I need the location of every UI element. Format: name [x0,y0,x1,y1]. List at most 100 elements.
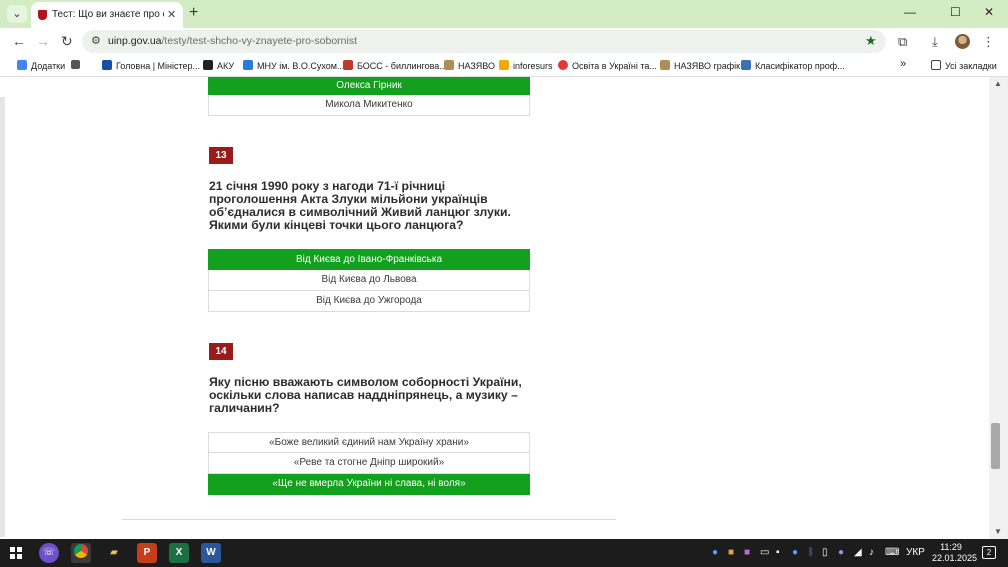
notification-center-icon[interactable]: 2 [982,546,996,559]
tab-title: Тест: Що ви знаєте про собор [52,9,164,20]
downloads-icon[interactable]: ⤓ [932,34,938,50]
close-window-button[interactable]: ✕ [984,5,994,19]
answer-option[interactable]: Від Києва до Ужгорода [208,291,530,312]
answer-option[interactable]: «Ще не вмерла України ні слава, ні воля» [208,474,530,495]
network-icon[interactable]: ◢ [854,547,862,558]
volume-icon[interactable]: ♪ [869,547,874,558]
bookmark-boss[interactable]: БОСС - биллингова... [343,60,447,71]
answer-list: «Боже великий єдиний нам Україну храни» … [208,432,530,495]
bookmark-label: inforesurs [513,61,553,71]
scroll-up-icon[interactable]: ▲ [994,79,1002,88]
menu-kebab-icon[interactable]: ⋮ [982,34,995,50]
url-text[interactable]: uinp.gov.ua/testy/test-shcho-vy-znayete-… [108,35,357,47]
bookmark-classifier[interactable]: Класифікатор проф... [741,60,845,71]
tray-app-icon[interactable]: ● [712,547,718,558]
tray-app-icon[interactable]: ▪ [776,547,780,558]
trident-icon [444,60,454,70]
bookmark-label: НАЗЯВО [458,61,495,71]
browser-toolbar: ← → ↻ ⚙ uinp.gov.ua/testy/test-shcho-vy-… [0,28,1008,55]
language-indicator[interactable]: УКР [906,547,925,558]
reload-icon[interactable]: ↻ [61,33,73,50]
all-bookmarks[interactable]: Усі закладки [931,60,997,71]
bookmark-osvita[interactable]: Освіта в Україні та... [558,60,657,71]
bookmark-label: Освіта в Україні та... [572,61,657,71]
bookmark-nazyavo-grafik[interactable]: НАЗЯВО графік [660,60,740,71]
apps-grid-icon [17,60,27,70]
bookmarks-overflow-icon[interactable]: » [900,58,906,70]
bookmark-label: Додатки [31,61,66,71]
answer-option[interactable]: «Реве та стогне Дніпр широкий» [208,453,530,474]
bookmark-star-icon[interactable]: ★ [865,33,877,49]
boss-icon [343,60,353,70]
battery-icon[interactable]: ▯ [822,547,828,558]
prev-answers: Олекса Гірник Микола Микитенко [208,77,530,116]
windows-taskbar: ☏ ▰ P X W ● ■ ■ ▭ ▪ ● ᛒ ▯ ● ◢ ♪ ⌨ УКР 11… [0,539,1008,567]
bookmark-label: Головна | Міністер... [116,61,201,71]
bookmark-ministry[interactable]: Головна | Міністер... [102,60,200,71]
minimize-button[interactable]: — [904,5,916,19]
question-text: Яку пісню вважають символом соборності У… [209,375,522,415]
tab-strip: ⌄ Тест: Що ви знаєте про собор ✕ + — ☐ ✕ [0,0,1008,28]
back-arrow-icon[interactable]: ← [12,33,26,49]
tab-search-button[interactable]: ⌄ [7,5,27,23]
bookmark-aku[interactable]: АКУ [203,60,234,71]
bookmark-mnu[interactable]: МНУ ім. В.О.Сухом... [243,60,345,71]
chrome-icon[interactable] [71,543,91,563]
bookmark-grid[interactable] [71,60,84,70]
address-bar[interactable]: ⚙ uinp.gov.ua/testy/test-shcho-vy-znayet… [82,30,886,53]
answer-option[interactable]: Олекса Гірник [208,77,530,95]
url-path: /testy/test-shcho-vy-znayete-pro-soborni… [161,35,358,47]
viber-icon[interactable]: ☏ [39,543,59,563]
extensions-icon[interactable]: ⧉ [898,34,907,50]
answer-option[interactable]: «Боже великий єдиний нам Україну храни» [208,432,530,453]
bookmark-label: БОСС - биллингова... [357,61,447,71]
answer-list: Від Києва до Івано-Франківська Від Києва… [208,249,530,312]
bookmark-label: МНУ ім. В.О.Сухом... [257,61,345,71]
site-info-icon[interactable]: ⚙ [91,34,101,47]
maximize-button[interactable]: ☐ [950,5,961,19]
excel-icon[interactable]: X [169,543,189,563]
classifier-icon [741,60,751,70]
viber-tray-icon[interactable]: ● [838,547,844,558]
clock-date: 22.01.2025 [932,553,978,563]
folder-icon [931,60,941,70]
scrollbar-thumb[interactable] [991,423,1000,469]
bookmark-apps[interactable]: Додатки [17,60,65,71]
new-tab-button[interactable]: + [189,4,198,22]
answer-option[interactable]: Від Києва до Львова [208,270,530,291]
vertical-scrollbar[interactable]: ▲ ▼ [989,77,1008,539]
bluetooth-icon[interactable]: ᛒ [808,547,814,558]
answer-option[interactable]: Від Києва до Івано-Франківська [208,249,530,270]
answer-option[interactable]: Микола Микитенко [208,95,530,116]
tray-app-icon[interactable]: ▭ [760,547,769,558]
tab-groups-icon [71,60,80,69]
tab-close-icon[interactable]: ✕ [167,8,176,21]
powerpoint-icon[interactable]: P [137,543,157,563]
tray-app-icon[interactable]: ■ [744,547,750,558]
site-favicon-icon [38,10,47,20]
zoom-icon[interactable]: ● [792,547,798,558]
scroll-down-icon[interactable]: ▼ [994,527,1002,536]
question-text: 21 січня 1990 року з нагоди 71-ї річниці… [209,179,511,232]
clock-time: 11:29 [940,542,962,552]
bookmark-label: Класифікатор проф... [755,61,845,71]
bird-icon [203,60,213,70]
left-edge [0,97,5,537]
page-content: Олекса Гірник Микола Микитенко 13 21 січ… [0,77,1008,539]
profile-avatar[interactable] [955,34,970,49]
opera-icon [558,60,568,70]
active-tab[interactable]: Тест: Що ви знаєте про собор ✕ [31,2,183,28]
clock[interactable]: 11:29 22.01.2025 [932,542,978,564]
word-icon[interactable]: W [201,543,221,563]
divider [122,519,616,520]
file-explorer-icon[interactable]: ▰ [104,543,124,563]
bookmark-inforesurs[interactable]: inforesurs [499,60,553,71]
trident-icon [660,60,670,70]
forward-arrow-icon[interactable]: → [36,33,50,49]
question-number: 14 [209,343,233,360]
bookmark-nazyavo[interactable]: НАЗЯВО [444,60,495,71]
keyboard-icon[interactable]: ⌨ [885,547,899,558]
windows-start-icon[interactable] [10,547,22,559]
ministry-icon [102,60,112,70]
tray-app-icon[interactable]: ■ [728,547,734,558]
